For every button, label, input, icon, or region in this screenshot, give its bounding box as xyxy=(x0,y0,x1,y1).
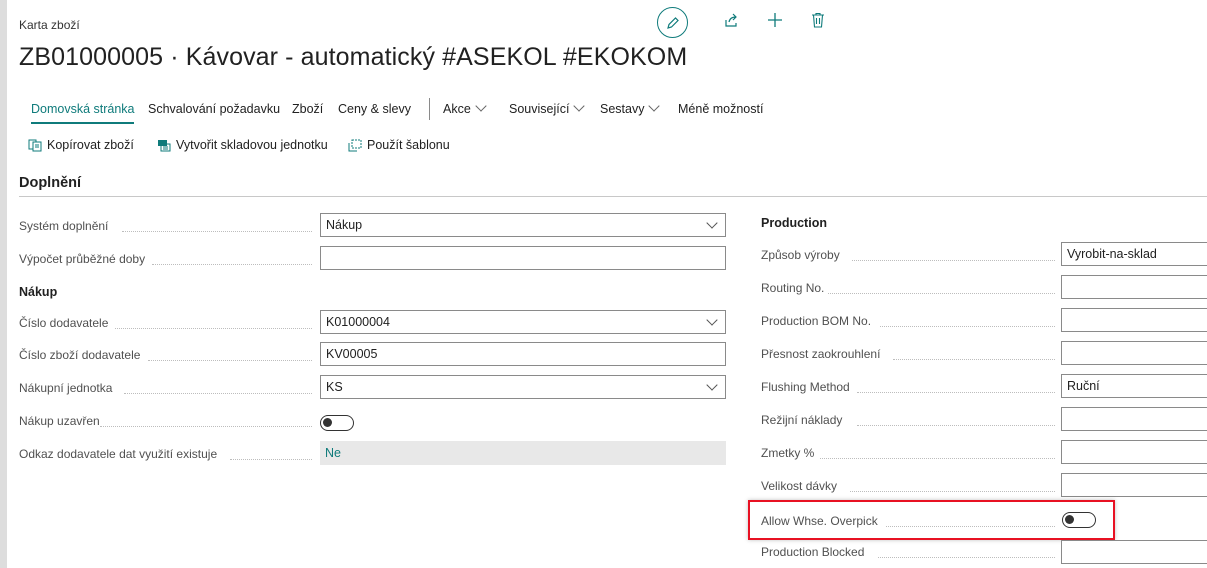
apply-template-button[interactable]: Použít šablonu xyxy=(348,138,450,152)
manufacturing-policy-label: Způsob výroby xyxy=(761,248,840,262)
vendor-ref-value: Ne xyxy=(320,441,726,465)
copy-item-button[interactable]: Kopírovat zboží xyxy=(28,138,134,152)
edit-button[interactable] xyxy=(657,7,688,38)
overhead-cost-label: Režijní náklady xyxy=(761,413,843,427)
nav-approval[interactable]: Schvalování požadavku xyxy=(148,102,280,116)
chevron-down-icon xyxy=(706,217,718,229)
template-icon xyxy=(348,139,362,151)
replenishment-system-value: Nákup xyxy=(326,218,363,232)
vendor-item-no-input[interactable]: KV00005 xyxy=(320,342,726,366)
nav-actions[interactable]: Akce xyxy=(443,100,487,116)
scrap-pct-label: Zmetky % xyxy=(761,446,815,460)
nav-active-underline xyxy=(31,122,134,124)
lead-time-calc-label: Výpočet průběžné doby xyxy=(19,252,146,266)
dotted-leader xyxy=(124,392,312,394)
dotted-leader xyxy=(122,230,312,232)
lot-size-input[interactable] xyxy=(1061,473,1207,497)
vendor-no-value: K01000004 xyxy=(326,315,390,329)
left-panel-edge xyxy=(0,0,7,568)
lot-size-label: Velikost dávky xyxy=(761,479,838,493)
manufacturing-policy-select[interactable]: Vyrobit-na-sklad xyxy=(1061,242,1207,266)
purchase-heading: Nákup xyxy=(19,285,58,299)
highlight-box xyxy=(748,500,1115,540)
share-icon[interactable] xyxy=(723,12,739,28)
replenishment-system-select[interactable]: Nákup xyxy=(320,213,726,237)
dotted-leader xyxy=(152,263,312,265)
dotted-leader xyxy=(820,457,1055,459)
delete-icon[interactable] xyxy=(811,12,825,28)
flushing-method-label: Flushing Method xyxy=(761,380,850,394)
toggle-knob xyxy=(323,418,332,427)
purch-unit-select[interactable]: KS xyxy=(320,375,726,399)
production-blocked-label: Production Blocked xyxy=(761,545,865,559)
create-sku-label: Vytvořit skladovou jednotku xyxy=(176,138,328,152)
vendor-no-select[interactable]: K01000004 xyxy=(320,310,726,334)
dotted-leader xyxy=(893,358,1055,360)
dotted-leader xyxy=(857,391,1055,393)
dotted-leader xyxy=(850,490,1055,492)
production-heading: Production xyxy=(761,216,827,230)
vendor-ref-label: Odkaz dodavatele dat využití existuje xyxy=(19,447,218,461)
nav-separator xyxy=(429,98,430,120)
copy-item-label: Kopírovat zboží xyxy=(47,138,134,152)
page-title: ZB01000005 · Kávovar - automatický #ASEK… xyxy=(19,43,688,71)
production-blocked-select[interactable] xyxy=(1061,540,1207,564)
pencil-icon xyxy=(666,16,679,29)
copy-icon xyxy=(28,139,42,151)
vendor-item-no-label: Číslo zboží dodavatele xyxy=(19,348,141,362)
apply-template-label: Použít šablonu xyxy=(367,138,450,152)
flushing-method-select[interactable]: Ruční xyxy=(1061,374,1207,398)
nav-item[interactable]: Zboží xyxy=(292,102,323,116)
create-sku-button[interactable]: Vytvořit skladovou jednotku xyxy=(157,138,328,152)
breadcrumb: Karta zboží xyxy=(19,18,80,32)
replenishment-system-label: Systém doplnění xyxy=(19,219,109,233)
new-icon[interactable] xyxy=(767,12,783,28)
purchase-blocked-toggle[interactable] xyxy=(320,415,354,431)
vendor-no-label: Číslo dodavatele xyxy=(19,316,109,330)
dotted-leader xyxy=(857,424,1055,426)
dotted-leader xyxy=(828,292,1055,294)
section-title: Doplnění xyxy=(19,175,82,191)
nav-actions-label: Akce xyxy=(443,102,471,116)
overhead-cost-input[interactable] xyxy=(1061,407,1207,431)
nav-home[interactable]: Domovská stránka xyxy=(31,102,135,116)
dotted-leader xyxy=(880,325,1055,327)
dotted-leader xyxy=(230,458,312,460)
purch-unit-value: KS xyxy=(326,380,343,394)
production-bom-no-input[interactable] xyxy=(1061,308,1207,332)
routing-no-label: Routing No. xyxy=(761,281,825,295)
dotted-leader xyxy=(115,327,312,329)
purchase-blocked-label: Nákup uzavřen xyxy=(19,414,100,428)
stockkeeping-icon xyxy=(158,139,171,151)
rounding-precision-input[interactable] xyxy=(1061,341,1207,365)
chevron-down-icon xyxy=(706,379,718,391)
nav-reports-label: Sestavy xyxy=(600,102,645,116)
nav-reports[interactable]: Sestavy xyxy=(600,100,661,116)
nav-related-label: Související xyxy=(509,102,570,116)
production-bom-no-label: Production BOM No. xyxy=(761,314,872,328)
nav-related[interactable]: Související xyxy=(509,100,586,116)
dotted-leader xyxy=(100,425,312,427)
chevron-down-icon xyxy=(573,100,586,112)
lead-time-calc-input[interactable] xyxy=(320,246,726,270)
scrap-pct-input[interactable] xyxy=(1061,440,1207,464)
nav-fewer-options[interactable]: Méně možností xyxy=(678,102,763,116)
dotted-leader xyxy=(148,359,312,361)
rounding-precision-label: Přesnost zaokrouhlení xyxy=(761,347,881,361)
purch-unit-label: Nákupní jednotka xyxy=(19,381,113,395)
dotted-leader xyxy=(852,259,1055,261)
chevron-down-icon xyxy=(648,100,661,112)
nav-prices[interactable]: Ceny & slevy xyxy=(338,102,411,116)
chevron-down-icon xyxy=(475,100,487,112)
section-divider xyxy=(19,196,1207,197)
dotted-leader xyxy=(878,556,1055,558)
routing-no-input[interactable] xyxy=(1061,275,1207,299)
chevron-down-icon xyxy=(706,314,718,326)
